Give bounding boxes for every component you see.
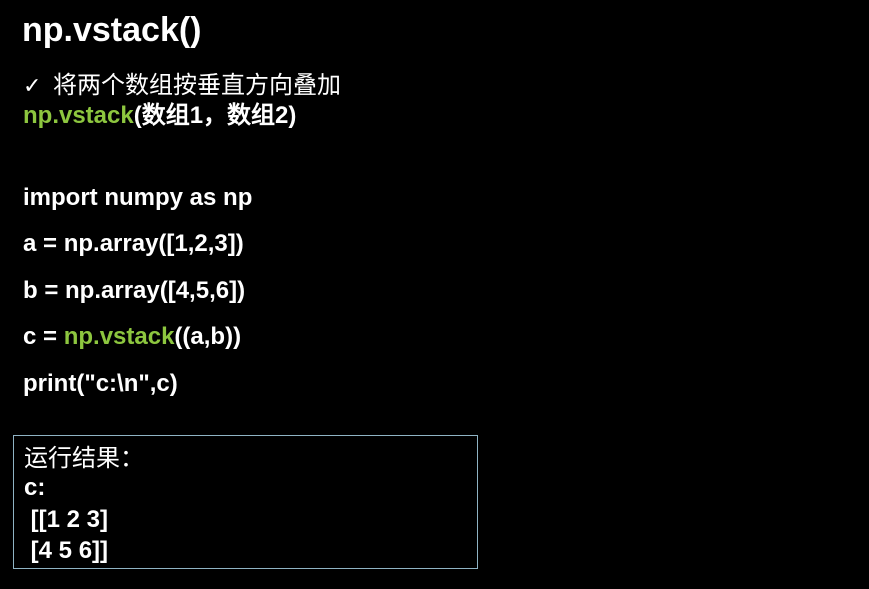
code-line-c: c = np.vstack((a,b)) — [23, 322, 241, 352]
code-line-b: b = np.array([4,5,6]) — [23, 277, 246, 304]
bullet-line: ✓ 将两个数组按垂直方向叠加 — [23, 70, 341, 102]
syntax-function: np.vstack — [23, 102, 134, 129]
result-heading: 运行结果： — [24, 444, 144, 472]
code-c-suffix: ((a,b)) — [174, 323, 242, 350]
code-line-a: a = np.array([1,2,3]) — [23, 230, 244, 257]
result-line-3: [4 5 6]] — [24, 537, 109, 564]
code-c-prefix: c = — [23, 323, 64, 350]
code-c-function: np.vstack — [63, 323, 175, 350]
check-icon: ✓ — [23, 74, 42, 99]
slide-title: np.vstack() — [22, 11, 202, 49]
syntax-args: (数组1，数组2) — [133, 102, 297, 129]
result-box: 运行结果： c: [[1 2 3] [4 5 6]] — [13, 435, 478, 569]
syntax-line: np.vstack(数组1，数组2) — [23, 101, 296, 131]
result-line-2: [[1 2 3] — [24, 506, 109, 533]
code-line-import: import numpy as np — [23, 184, 253, 211]
result-line-1: c: — [24, 474, 46, 501]
bullet-text: 将两个数组按垂直方向叠加 — [53, 71, 341, 99]
code-line-print: print("c:\n",c) — [23, 370, 178, 397]
